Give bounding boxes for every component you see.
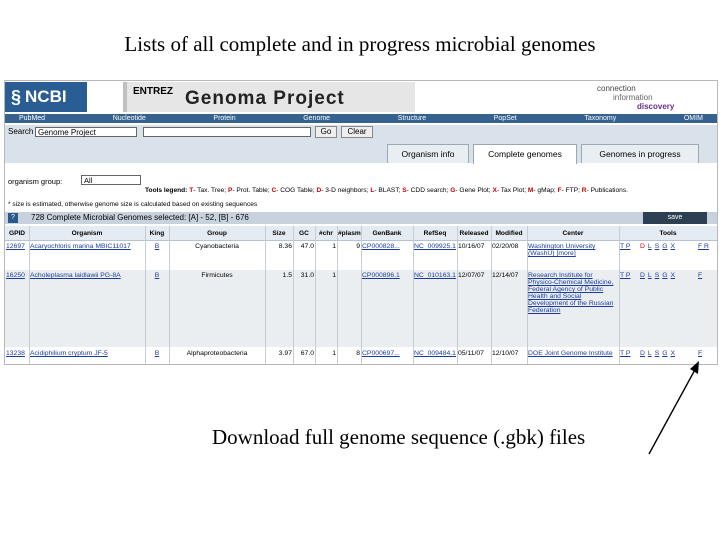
slide-caption: Download full genome sequence (.gbk) fil… — [212, 425, 586, 449]
arrow-line — [648, 365, 698, 455]
arrow-head-icon — [690, 361, 699, 374]
annotation-arrow — [648, 361, 699, 455]
